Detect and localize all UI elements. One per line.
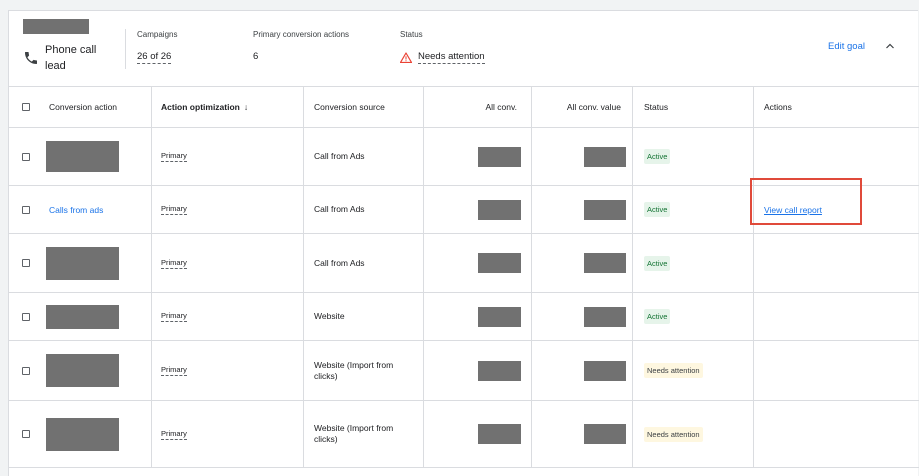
row-checkbox[interactable] [22, 430, 30, 438]
status-badge: Needs attention [644, 363, 703, 378]
redacted-all-conv [478, 424, 521, 444]
conversion-source-value: Call from Ads [303, 186, 423, 233]
redacted-all-conv-value [584, 253, 626, 273]
redacted-conversion-action [46, 417, 119, 451]
status-badge: Active [644, 149, 671, 164]
row-actions [753, 293, 919, 340]
table-row: Primary Website (Import from clicks) Nee… [9, 401, 919, 468]
row-actions [753, 401, 919, 467]
row-checkbox[interactable] [22, 312, 30, 321]
campaigns-value[interactable]: 26 of 26 [137, 51, 172, 64]
status-label: Status [400, 30, 423, 39]
table-header-row: Conversion action Action optimization ↓ … [9, 87, 919, 128]
redacted-all-conv-value [584, 306, 626, 327]
header-conversion-source[interactable]: Conversion source [303, 87, 385, 127]
row-checkbox[interactable] [22, 366, 30, 375]
select-all-checkbox[interactable] [22, 103, 30, 111]
header-action-optimization[interactable]: Action optimization ↓ [151, 87, 248, 127]
redacted-conversion-action [46, 141, 119, 172]
redacted-conversion-action [46, 246, 119, 280]
redacted-all-conv [478, 306, 521, 327]
row-checkbox[interactable] [22, 205, 30, 214]
conversion-goal-card: Phone call lead Campaigns 26 of 26 Prima… [8, 10, 919, 476]
redacted-all-conv-value [584, 146, 626, 167]
header-action-optimization-label: Action optimization [161, 102, 240, 112]
redacted-conversion-action [46, 354, 119, 387]
action-optimization-value[interactable]: Primary [161, 429, 187, 440]
table-row: Primary Website (Import from clicks) Nee… [9, 341, 919, 401]
header-all-conv[interactable]: All conv. [423, 87, 531, 127]
conversion-source-value: Website (Import from clicks) [303, 341, 423, 400]
conversion-source-value: Website [303, 293, 423, 340]
primary-actions-label: Primary conversion actions [253, 30, 350, 39]
action-optimization-value[interactable]: Primary [161, 311, 187, 322]
action-optimization-value[interactable]: Primary [161, 258, 187, 269]
row-checkbox[interactable] [22, 152, 30, 161]
header-conversion-action[interactable]: Conversion action [49, 87, 117, 127]
header-all-conv-value[interactable]: All conv. value [531, 87, 632, 127]
action-optimization-value[interactable]: Primary [161, 204, 187, 215]
conversion-actions-table: Conversion action Action optimization ↓ … [9, 86, 919, 468]
redacted-all-conv [478, 253, 521, 273]
redacted-all-conv-value [584, 360, 626, 381]
goal-header: Phone call lead Campaigns 26 of 26 Prima… [9, 11, 918, 87]
conversion-source-value: Call from Ads [303, 128, 423, 185]
row-actions [753, 234, 919, 292]
chevron-up-icon[interactable] [884, 40, 896, 52]
redacted-all-conv-value [584, 199, 626, 220]
header-actions: Actions [753, 87, 919, 127]
conversion-source-value: Website (Import from clicks) [303, 401, 423, 467]
campaigns-label: Campaigns [137, 30, 178, 39]
goal-title: Phone call lead [45, 44, 97, 72]
primary-actions-value: 6 [253, 51, 259, 62]
action-optimization-value[interactable]: Primary [161, 365, 187, 376]
view-call-report-highlight [750, 178, 862, 225]
conversion-action-name[interactable]: Calls from ads [49, 186, 103, 233]
status-badge: Active [644, 202, 671, 217]
redacted-all-conv [478, 360, 521, 381]
status-badge: Active [644, 255, 671, 271]
status-badge: Needs attention [644, 426, 703, 442]
redacted-all-conv [478, 146, 521, 167]
status-badge: Active [644, 309, 671, 324]
warning-icon [400, 52, 412, 63]
header-status[interactable]: Status [632, 87, 753, 127]
phone-icon [25, 52, 37, 64]
row-actions [753, 128, 919, 185]
redacted-conversion-action [46, 304, 119, 329]
redacted-goal-category [23, 19, 89, 34]
redacted-all-conv [478, 199, 521, 220]
redacted-all-conv-value [584, 424, 626, 444]
status-value[interactable]: Needs attention [418, 51, 485, 64]
row-actions [753, 341, 919, 400]
action-optimization-value[interactable]: Primary [161, 151, 187, 162]
row-checkbox[interactable] [22, 259, 30, 267]
conversion-source-value: Call from Ads [303, 234, 423, 292]
table-row: Primary Call from Ads Active [9, 234, 919, 293]
header-divider [125, 29, 126, 69]
table-row: Primary Website Active [9, 293, 919, 341]
edit-goal-link[interactable]: Edit goal [828, 41, 865, 52]
sort-arrow-icon: ↓ [243, 102, 249, 112]
